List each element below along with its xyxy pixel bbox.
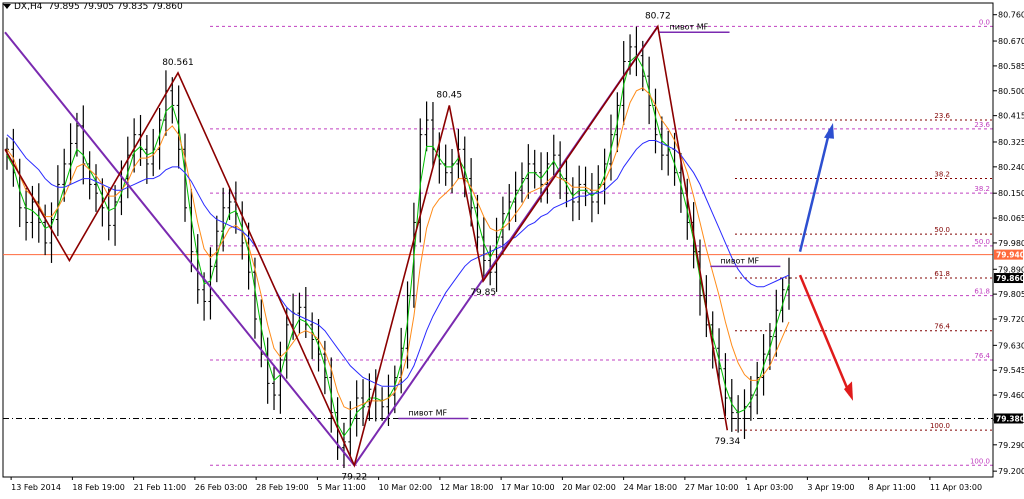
time-tick-label: 11 Apr 03:00 [930,483,982,492]
time-tick-label: 28 Feb 19:00 [256,483,308,492]
time-tick-label: 10 Mar 02:00 [379,483,432,492]
time-tick-label: 3 Apr 19:00 [807,483,854,492]
price-tick-label: 80.585 [998,62,1024,71]
pivot-value-label: 79.34 [714,437,740,447]
ohlc-values: 79.895 79.905 79.835 79.860 [48,2,183,12]
price-tick-label: 79.890 [998,265,1024,274]
fib-label: 38.2 [974,185,990,193]
pivot-label: пивот МF [720,256,759,265]
time-tick-label: 1 Apr 03:00 [746,483,793,492]
pivot-value-label: 80.45 [436,90,462,100]
fib-label: 100.0 [970,457,990,465]
time-tick-label: 24 Mar 18:00 [624,483,677,492]
time-tick-label: 27 Mar 10:00 [685,483,738,492]
price-tick-label: 79.805 [998,290,1024,299]
time-tick-label: 17 Mar 10:00 [501,483,554,492]
time-tick-label: 20 Mar 02:00 [562,483,615,492]
price-tick-label: 80.240 [998,163,1024,172]
chart-background [0,0,1024,495]
price-tick-label: 80.325 [998,138,1024,147]
time-tick-label: 5 Mar 11:00 [317,483,365,492]
pivot-value-label: 79.22 [341,472,367,482]
fib-label: 23.6 [974,121,990,129]
fib-label: 76.4 [974,352,990,360]
pivot-value-label: 80.561 [162,58,194,68]
fib-label: 0.0 [979,18,990,26]
price-tick-label: 79.290 [998,441,1024,450]
price-tick-label: 80.150 [998,189,1024,198]
fib-label-secondary: 61.8 [934,270,950,278]
time-tick-label: 8 Apr 11:00 [869,483,916,492]
fib-label: 61.8 [974,288,990,296]
fib-label-secondary: 50.0 [934,226,950,234]
price-tick-label: 80.500 [998,87,1024,96]
price-tick-label: 80.415 [998,112,1024,121]
dropdown-triangle-icon[interactable] [3,4,11,9]
fib-label-secondary: 76.4 [934,323,950,331]
price-tick-label: 79.460 [998,391,1024,400]
chart-title[interactable]: DX,H4 79.895 79.905 79.835 79.860 [3,2,183,12]
fib-label-secondary: 23.6 [934,112,950,120]
price-tick-label: 79.720 [998,315,1024,324]
pivot-label: пивот МF [408,408,447,417]
time-tick-label: 21 Feb 11:00 [134,483,186,492]
price-tick-label: 79.545 [998,366,1024,375]
time-tick-label: 13 Feb 2014 [11,483,61,492]
price-marker-label: 79.860 [996,274,1024,283]
time-tick-label: 12 Mar 18:00 [440,483,493,492]
price-marker-label: 79.380 [996,414,1024,423]
price-tick-label: 80.065 [998,214,1024,223]
fib-label: 50.0 [974,238,990,246]
time-tick-label: 18 Feb 19:00 [72,483,124,492]
fib-label-secondary: 100.0 [930,422,950,430]
fib-label-secondary: 38.2 [934,171,950,179]
price-tick-label: 80.670 [998,37,1024,46]
symbol-label: DX,H4 [14,2,43,12]
pivot-label: пивот МF [670,22,709,31]
price-tick-label: 79.630 [998,341,1024,350]
price-chart[interactable]: 0.0 23.6 38.2 50.0 61.8 76.4 100.0 23.6 38.2 50.0… [0,0,1024,495]
price-tick-label: 80.760 [998,11,1024,20]
price-tick-label: 79.200 [998,467,1024,476]
time-tick-label: 26 Feb 03:00 [195,483,247,492]
pivot-value-label: 79.85 [470,288,496,298]
pivot-value-label: 80.72 [645,11,671,21]
chart-area[interactable]: 0.0 23.6 38.2 50.0 61.8 76.4 100.0 23.6 38.2 50.0… [0,0,1024,495]
price-marker-label: 79.940 [996,251,1024,260]
price-tick-label: 79.980 [998,239,1024,248]
